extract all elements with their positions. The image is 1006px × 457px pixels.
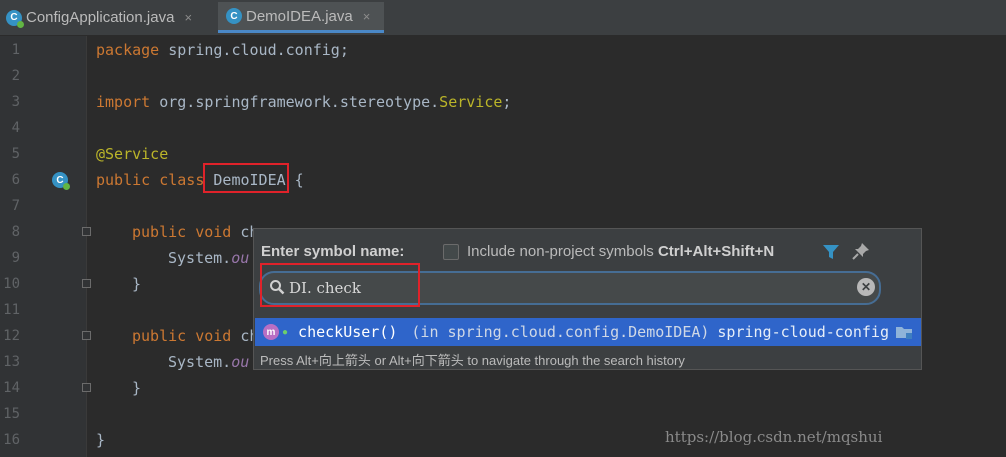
line-number: 6	[11, 172, 20, 188]
line-number: 4	[11, 120, 20, 136]
close-icon[interactable]: ×	[363, 9, 371, 24]
code-line: public void ch	[132, 327, 259, 345]
tab-label: ConfigApplication.java	[26, 9, 175, 26]
shortcut-label: Ctrl+Alt+Shift+N	[657, 243, 775, 260]
code-line: System.ou	[168, 353, 250, 371]
editor-tab-bar: C ConfigApplication.java × C DemoIDEA.ja…	[0, 0, 1006, 36]
tab-demo-idea[interactable]: C DemoIDEA.java ×	[218, 2, 384, 33]
popup-title: Enter symbol name:	[261, 243, 405, 260]
line-number: 16	[3, 432, 20, 448]
module-folder-icon	[896, 327, 912, 339]
fold-marker-icon[interactable]	[82, 331, 91, 340]
line-number: 1	[11, 42, 20, 58]
line-number: 5	[11, 146, 20, 162]
code-line: public void ch	[132, 223, 259, 241]
code-line: }	[132, 275, 142, 293]
code-line: package spring.cloud.config;	[96, 41, 349, 59]
goto-symbol-popup: Enter symbol name: Include non-project s…	[253, 228, 922, 370]
code-line: }	[132, 379, 142, 397]
line-number: 15	[3, 406, 20, 422]
class-icon: C	[226, 8, 242, 24]
pin-icon[interactable]	[852, 242, 870, 260]
highlight-box-class-name	[203, 163, 289, 193]
result-name: checkUser()	[298, 323, 398, 341]
result-location: (in spring.cloud.config.DemoIDEA)	[411, 323, 710, 341]
code-line: import org.springframework.stereotype.Se…	[96, 93, 512, 111]
watermark: https://blog.csdn.net/mqshui	[665, 428, 883, 446]
line-number: 13	[3, 354, 20, 370]
close-icon[interactable]: ×	[184, 10, 192, 25]
tab-label: DemoIDEA.java	[246, 7, 353, 25]
navigation-hint: Press Alt+向上箭头 or Alt+向下箭头 to navigate t…	[260, 353, 685, 368]
line-number: 2	[11, 68, 20, 84]
line-number: 3	[11, 94, 20, 110]
code-line: System.ou	[168, 249, 250, 267]
spring-class-icon: C	[6, 9, 24, 28]
implemented-class-icon[interactable]: C	[52, 172, 70, 190]
line-number: 14	[3, 380, 20, 396]
line-number: 10	[3, 276, 20, 292]
tab-config-application[interactable]: C ConfigApplication.java ×	[0, 2, 216, 33]
fold-marker-icon[interactable]	[82, 383, 91, 392]
public-visibility-icon: ●	[282, 326, 289, 338]
line-number: 7	[11, 198, 20, 214]
line-number: 9	[11, 250, 20, 266]
highlight-box-search	[260, 263, 420, 307]
code-line: }	[96, 431, 106, 449]
line-number: 12	[3, 328, 20, 344]
line-number: 11	[3, 302, 20, 318]
include-non-project-checkbox[interactable]	[443, 244, 459, 260]
fold-marker-icon[interactable]	[82, 227, 91, 236]
result-module: spring-cloud-config	[717, 323, 889, 341]
filter-icon[interactable]	[822, 243, 840, 261]
method-icon: m	[263, 324, 279, 340]
clear-icon[interactable]: ✕	[857, 278, 875, 296]
code-line: @Service	[96, 145, 169, 163]
line-number: 8	[11, 224, 20, 240]
fold-marker-icon[interactable]	[82, 279, 91, 288]
result-list-item[interactable]: m ● checkUser() (in spring.cloud.config.…	[255, 318, 921, 346]
checkbox-label: Include non-project symbols Ctrl+Alt+Shi…	[467, 243, 775, 260]
line-number-gutter: 1 2 3 4 5 6 7 8 9 10 11 12 13 14 15 16 C	[0, 36, 91, 457]
